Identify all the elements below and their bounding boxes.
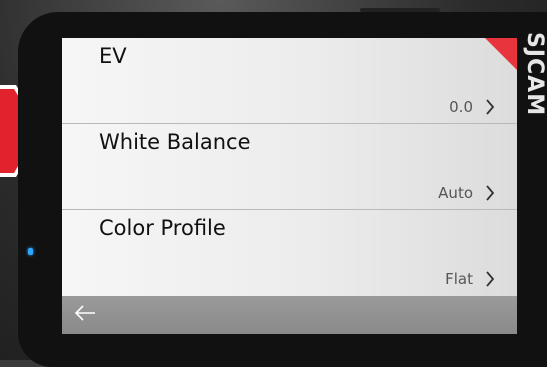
menu-item-value: Auto (438, 184, 495, 202)
bottom-bar (62, 296, 517, 334)
arrow-left-icon (74, 305, 96, 325)
brand-logo: SJCAM (522, 32, 547, 117)
menu-item-color-profile[interactable]: Color Profile Flat (62, 210, 517, 296)
menu-item-value: 0.0 (449, 98, 495, 116)
menu-item-ev[interactable]: EV 0.0 (62, 38, 517, 124)
menu-item-label: White Balance (99, 130, 251, 154)
menu-item-value-text: Flat (445, 270, 473, 288)
chevron-right-icon (485, 271, 495, 287)
chevron-right-icon (485, 185, 495, 201)
corner-indicator (485, 38, 517, 70)
menu-item-value: Flat (445, 270, 495, 288)
menu-item-value-text: 0.0 (449, 98, 473, 116)
camera-screen: EV 0.0 White Balance Auto Color Profile … (62, 38, 517, 334)
menu-item-label: EV (99, 44, 127, 68)
menu-item-label: Color Profile (99, 216, 226, 240)
menu-item-white-balance[interactable]: White Balance Auto (62, 124, 517, 210)
back-button[interactable] (68, 300, 102, 330)
menu-item-value-text: Auto (438, 184, 473, 202)
chevron-right-icon (485, 99, 495, 115)
status-led (28, 248, 33, 255)
